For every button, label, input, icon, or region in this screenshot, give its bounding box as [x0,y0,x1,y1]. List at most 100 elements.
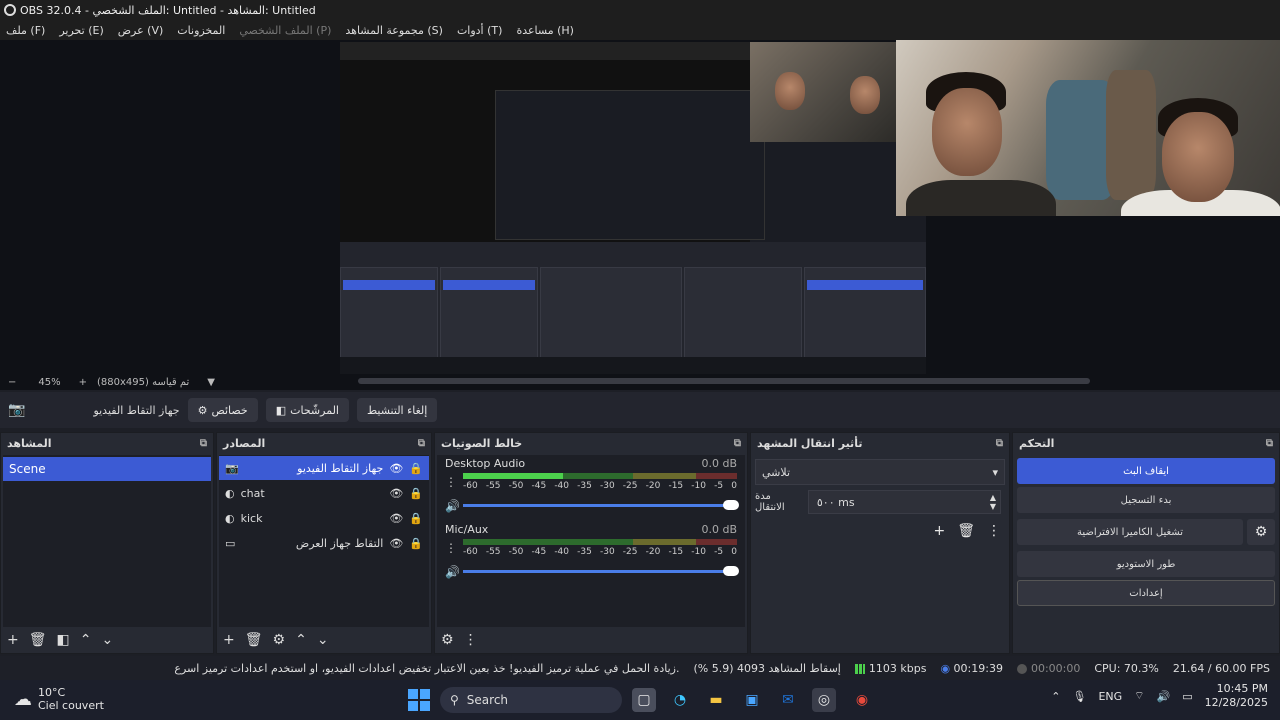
menu-edit[interactable]: تحرير (E) [59,24,103,37]
add-icon[interactable]: + [7,632,19,648]
stop-stream-button[interactable]: ايقاف البث [1017,458,1275,484]
deactivate-button[interactable]: إلغاء التنشيط [356,398,438,422]
zoom-in-button[interactable]: + [79,377,87,388]
edge-icon[interactable]: ◔ [668,688,692,712]
face-2 [850,76,880,114]
menu-scene-collection[interactable]: مجموعة المشاهد (S) [345,24,443,37]
source-label: chat [240,486,265,500]
transitions-body: تلاشي ▾ مدة الانتقال ٥٠٠ ms ▲ ▼ + 🗑 ⋮ [751,455,1009,543]
trash-icon[interactable]: 🗑 [957,523,975,539]
filter-icon[interactable]: ◧ [57,632,70,648]
clock[interactable]: 10:45 PM 12/28/2025 [1205,682,1268,710]
speaker-icon[interactable]: 🔊 [445,565,460,579]
zoom-menu-button[interactable]: ▼ [207,377,215,388]
undock-icon[interactable]: ⧉ [200,438,207,449]
battery-icon[interactable]: ▭ [1182,690,1192,703]
chevron-down-icon[interactable]: ⌄ [101,632,113,648]
chevron-down-icon[interactable]: ⌄ [317,632,329,648]
meter-tick-label: -55 [485,547,501,557]
microphone-icon[interactable]: 🎙 [1072,690,1086,703]
language-indicator[interactable]: ENG [1098,690,1122,703]
menu-file[interactable]: ملف (F) [6,24,45,37]
volume-slider[interactable] [463,570,737,573]
stream-time: ◉ 00:19:39 [940,662,1003,675]
virtual-cam-button[interactable]: تشغيل الكاميرا الافتراضية [1017,519,1243,545]
add-icon[interactable]: + [223,632,235,648]
taskbar-search[interactable]: ⚲ Search [440,687,622,713]
obs-logo-icon [4,4,16,16]
volume-slider-handle[interactable] [723,500,739,510]
preview-horizontal-scrollbar[interactable] [358,378,1090,384]
undock-icon[interactable]: ⧉ [996,438,1003,449]
start-record-button[interactable]: بدء التسجيل [1017,487,1275,513]
undock-icon[interactable]: ⧉ [1266,438,1273,449]
speaker-icon[interactable]: 🔊 [445,499,460,513]
more-icon[interactable]: ⋮ [445,541,457,555]
menu-docks[interactable]: المخزونات [177,24,225,37]
nested-docks [340,242,926,375]
filters-button[interactable]: ◧ المرشّحات [265,398,349,422]
more-icon[interactable]: ⋮ [464,632,478,648]
track-db: 0.0 dB [701,457,737,470]
store-icon[interactable]: ▣ [740,688,764,712]
menu-help[interactable]: مساعدة (H) [516,24,574,37]
trash-icon[interactable]: 🗑 [245,632,263,648]
lock-icon[interactable]: 🔒 [409,487,423,500]
source-item[interactable]: ◐ chat 👁 🔒 [219,481,429,505]
meter-tick-label: -10 [691,547,706,557]
eye-icon[interactable]: 👁 [389,462,403,475]
gear-icon[interactable]: ⚙ [273,632,286,648]
meter-tick-label: -25 [622,481,638,491]
source-item[interactable]: ▭ التقاط جهاز العرض 👁 🔒 [219,531,429,555]
task-view-icon[interactable]: ▢ [632,688,656,712]
chevron-up-icon[interactable]: ⌃ [1051,690,1060,703]
studio-mode-button[interactable]: طور الاستوديو [1017,551,1275,577]
more-icon[interactable]: ⋮ [987,523,1001,539]
file-explorer-icon[interactable]: ▬ [704,688,728,712]
outlook-icon[interactable]: ✉ [776,688,800,712]
transition-select[interactable]: تلاشي ▾ [755,459,1005,485]
add-icon[interactable]: + [933,523,945,539]
eye-icon[interactable]: 👁 [389,487,403,500]
record-time: 00:00:00 [1016,662,1080,675]
volume-slider[interactable] [463,504,737,507]
volume-slider-handle[interactable] [723,566,739,576]
eye-icon[interactable]: 👁 [389,537,403,550]
settings-button[interactable]: إعدادات [1017,580,1275,606]
weather-condition: Ciel couvert [38,699,104,712]
undock-icon[interactable]: ⧉ [418,438,425,449]
scene-item[interactable]: Scene [3,457,211,481]
controls-dock-header: التحكم ⧉ [1013,433,1279,453]
volume-icon[interactable]: 🔊 [1156,690,1170,703]
duration-spinbox[interactable]: ٥٠٠ ms ▲ ▼ [807,490,1001,514]
gear-icon[interactable]: ⚙ [441,632,454,648]
source-item[interactable]: ◐ kick 👁 🔒 [219,506,429,530]
windows-start-icon[interactable] [408,689,430,711]
lock-icon[interactable]: 🔒 [409,462,423,475]
lock-icon[interactable]: 🔒 [409,512,423,525]
chrome-icon[interactable]: ◉ [850,688,874,712]
trash-icon[interactable]: 🗑 [29,632,47,648]
spin-arrows-icon[interactable]: ▲ ▼ [990,493,996,511]
wifi-icon[interactable]: ⌔ [1134,689,1144,703]
lock-icon[interactable]: 🔒 [409,537,423,550]
gear-icon[interactable]: ⚙ [1247,519,1275,545]
menu-tools[interactable]: أدوات (T) [457,24,503,37]
menu-view[interactable]: عرض (V) [118,24,164,37]
menu-profile[interactable]: الملف الشخصي (P) [239,24,331,37]
preview-canvas[interactable] [0,40,1280,375]
chevron-up-icon[interactable]: ⌃ [295,632,307,648]
source-item[interactable]: 📷 جهاز التقاط الفيديو 👁 🔒 [219,456,429,480]
meter-tick-label: -45 [531,547,547,557]
meter-tick-label: -20 [645,547,661,557]
eye-icon[interactable]: 👁 [389,512,403,525]
undock-icon[interactable]: ⧉ [734,438,741,449]
weather-widget[interactable]: ☁ 10°C Ciel couvert [14,686,104,712]
obs-taskbar-icon[interactable]: ◎ [812,688,836,712]
zoom-out-button[interactable]: − [8,377,16,388]
more-icon[interactable]: ⋮ [445,475,457,489]
meter-tick-label: -15 [668,547,684,557]
mixer-toolbar: ⚙ ⋮ [435,627,747,653]
properties-button[interactable]: ⚙ خصائص [187,398,258,422]
chevron-up-icon[interactable]: ⌃ [80,632,92,648]
